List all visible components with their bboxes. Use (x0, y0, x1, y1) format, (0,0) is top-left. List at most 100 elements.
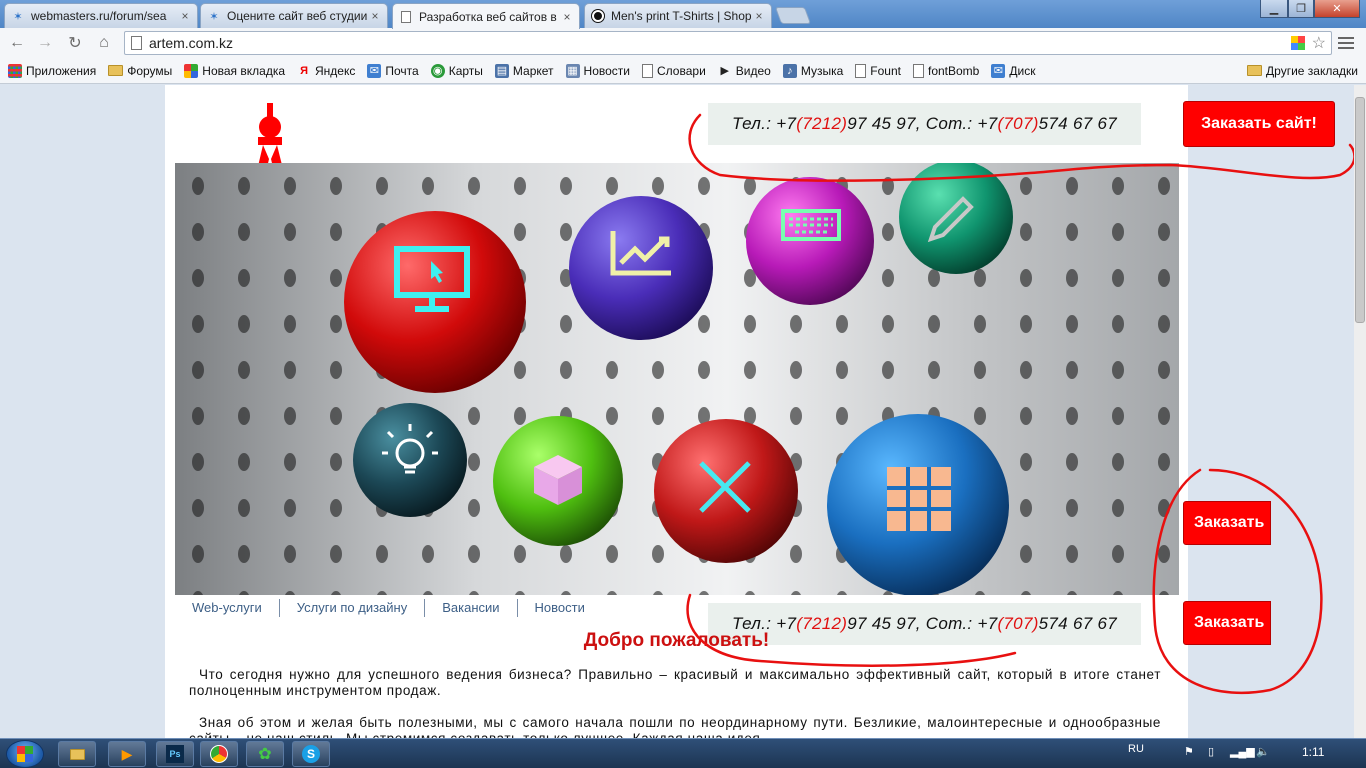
tab-title: Men's print T-Shirts | Shop (611, 9, 752, 23)
folder-icon (69, 748, 85, 760)
bookmark-apps[interactable]: Приложения (8, 63, 97, 78)
bookmark-disk[interactable]: ✉ Диск (991, 63, 1036, 78)
hand-drawn-annotations (686, 113, 1354, 695)
chrome-icon (210, 745, 228, 763)
tab-title: Оцените сайт веб студии (227, 9, 368, 23)
photoshop-icon: Ps (166, 745, 184, 763)
bookmark-forums[interactable]: Форумы (108, 64, 172, 78)
tab-title: webmasters.ru/forum/sea (31, 9, 167, 23)
music-icon: ♪ (782, 63, 797, 78)
bookmark-market[interactable]: ▤ Маркет (494, 63, 554, 78)
bookmark-fount[interactable]: Fount (855, 63, 901, 78)
annotation-underline-top (688, 113, 1354, 182)
bookmark-label: Видео (735, 63, 771, 78)
page-scrollbar[interactable] (1354, 85, 1366, 738)
url-input[interactable] (149, 34, 1269, 52)
bookmark-label: Яндекс (315, 63, 356, 78)
scrollbar-thumb[interactable] (1355, 97, 1365, 323)
start-button[interactable] (6, 740, 44, 768)
close-tab-icon[interactable]: × (753, 9, 765, 23)
browser-menu-icon[interactable] (1338, 34, 1356, 52)
page-favicon-icon (399, 10, 413, 24)
bookmark-label: Маркет (512, 63, 554, 78)
network-warning-icon[interactable]: ⚑ (1184, 745, 1194, 758)
video-icon: ▶ (720, 65, 730, 77)
media-player-icon: ▶ (121, 745, 133, 762)
keyboard-language[interactable]: RU (1128, 743, 1144, 755)
other-bookmarks[interactable]: Другие закладки (1247, 64, 1358, 78)
bookmark-label: Приложения (26, 63, 97, 78)
bookmark-video[interactable]: ▶ Видео (718, 64, 771, 78)
annotation-underline-bottom (686, 593, 1017, 667)
bookmark-new-tab[interactable]: Новая вкладка (184, 63, 286, 78)
bookmark-mail[interactable]: ✉ Почта (367, 63, 419, 78)
new-tab-button[interactable] (774, 7, 812, 24)
news-icon: ▦ (565, 63, 580, 78)
windows-flag-icon (184, 63, 199, 78)
bookmark-dictionaries[interactable]: Словари (642, 63, 706, 78)
disk-icon: ✉ (991, 63, 1006, 78)
forward-arrow-icon[interactable]: → (34, 32, 56, 54)
taskbar-media-player[interactable]: ▶ (108, 741, 146, 767)
clock[interactable]: 1:11 (1302, 745, 1324, 759)
bookmark-label: Новая вкладка (202, 63, 286, 78)
icq-flower-icon: ✿ (258, 746, 272, 763)
other-bookmarks-label: Другие закладки (1266, 63, 1358, 78)
folder-icon (108, 65, 124, 76)
taskbar-photoshop[interactable]: Ps (156, 741, 194, 767)
annotation-circle-buttons (1152, 468, 1323, 695)
taskbar-icq[interactable]: ✿ (246, 741, 284, 767)
bookmark-label: Диск (1009, 63, 1036, 78)
skype-icon: S (302, 745, 320, 763)
minimize-window-button[interactable]: ▁ (1260, 0, 1288, 18)
device-icon[interactable]: ▯ (1208, 745, 1214, 758)
page-icon (131, 36, 142, 50)
yandex-icon: Я (300, 64, 308, 77)
bookmark-yandex[interactable]: Я Яндекс (297, 64, 355, 78)
taskbar-chrome[interactable] (200, 741, 238, 767)
bookmark-maps[interactable]: ◉ Карты (430, 63, 483, 78)
bookmark-label: Карты (448, 63, 483, 78)
bookmark-label: Форумы (127, 63, 173, 78)
extension-icon[interactable] (1291, 36, 1305, 50)
tab-web-development[interactable]: Разработка веб сайтов в × (392, 3, 580, 29)
close-tab-icon[interactable]: × (179, 9, 191, 23)
circle-favicon-icon (591, 9, 605, 23)
bookmark-label: fontBomb (927, 63, 980, 78)
taskbar-explorer[interactable] (58, 741, 96, 767)
tab-tshirts-shop[interactable]: Men's print T-Shirts | Shop × (584, 3, 772, 28)
home-icon[interactable]: ⌂ (93, 32, 115, 54)
windows-logo-icon (17, 746, 33, 762)
folder-icon (1247, 65, 1263, 76)
close-window-button[interactable]: ✕ (1314, 0, 1360, 18)
bookmark-news[interactable]: ▦ Новости (565, 63, 630, 78)
bookmark-fontbomb[interactable]: fontBomb (912, 63, 980, 78)
tab-rate-site[interactable]: ✶ Оцените сайт веб студии × (200, 3, 388, 28)
bookmark-music[interactable]: ♪ Музыка (782, 63, 843, 78)
signal-icon[interactable]: ▂▄▆ (1230, 745, 1255, 758)
star-favicon-icon: ✶ (209, 10, 219, 23)
address-bar[interactable]: ☆ (124, 31, 1332, 55)
page-icon (855, 63, 867, 78)
bookmarks-bar: Приложения Форумы Новая вкладка Я Яндекс… (0, 58, 1366, 84)
taskbar-skype[interactable]: S (292, 741, 330, 767)
tab-webmasters[interactable]: ✶ webmasters.ru/forum/sea × (4, 3, 198, 28)
bookmark-label: Почта (385, 63, 419, 78)
page-icon (642, 63, 653, 78)
back-arrow-icon[interactable]: ← (6, 32, 28, 54)
apps-grid-icon (8, 63, 22, 78)
close-tab-icon[interactable]: × (369, 9, 381, 23)
maximize-window-button[interactable]: ❐ (1288, 0, 1314, 18)
bookmark-label: Fount (870, 63, 901, 78)
volume-icon[interactable]: 🔈 (1256, 745, 1270, 758)
page-icon (912, 63, 924, 78)
bookmark-label: Словари (657, 63, 706, 78)
bookmark-star-icon[interactable]: ☆ (1312, 33, 1326, 53)
browser-toolbar: ← → ↻ ⌂ ☆ (0, 28, 1366, 58)
star-favicon-icon: ✶ (13, 10, 23, 23)
page-viewport: Тел.: +7 (7212) 97 45 97, Сот.: +7 (707)… (0, 85, 1354, 738)
tab-title: Разработка веб сайтов в (419, 9, 557, 24)
reload-icon[interactable]: ↻ (64, 32, 86, 54)
close-tab-icon[interactable]: × (561, 10, 573, 24)
bookmark-label: Новости (583, 63, 630, 78)
